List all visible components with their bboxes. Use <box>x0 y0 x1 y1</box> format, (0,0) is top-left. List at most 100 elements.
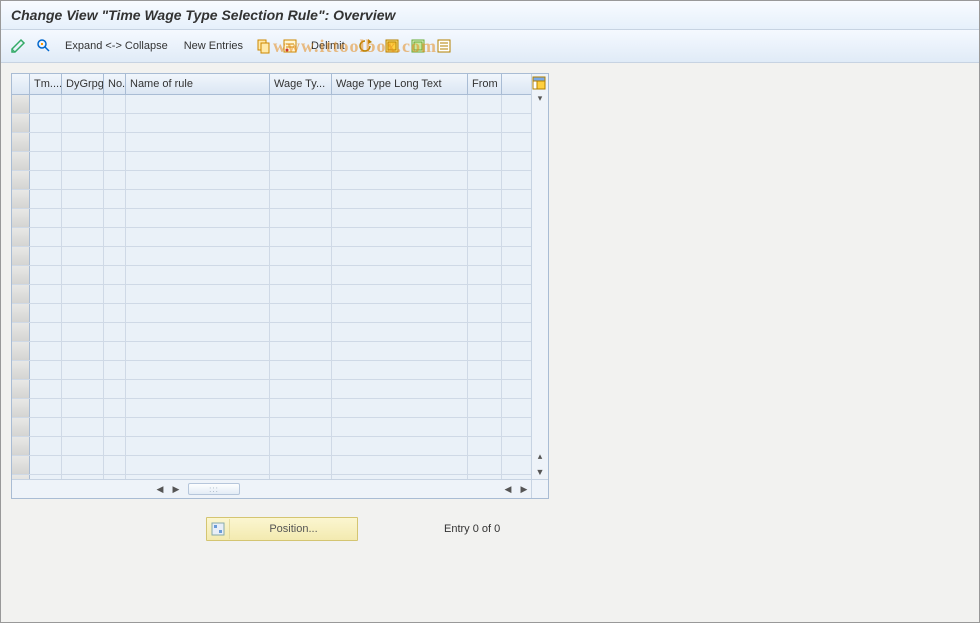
table-cell[interactable] <box>332 380 468 398</box>
table-cell[interactable] <box>468 228 502 246</box>
table-cell[interactable] <box>30 171 62 189</box>
table-row[interactable] <box>12 456 548 475</box>
table-cell[interactable] <box>270 285 332 303</box>
row-selector[interactable] <box>12 114 30 132</box>
table-cell[interactable] <box>332 266 468 284</box>
table-row[interactable] <box>12 323 548 342</box>
vertical-scrollbar[interactable]: ▲ ▾ ▴ ▼ <box>531 74 548 480</box>
table-cell[interactable] <box>62 418 104 436</box>
table-cell[interactable] <box>104 380 126 398</box>
table-row[interactable] <box>12 304 548 323</box>
table-cell[interactable] <box>502 285 530 303</box>
table-cell[interactable] <box>62 380 104 398</box>
table-cell[interactable] <box>104 342 126 360</box>
table-cell[interactable] <box>62 266 104 284</box>
table-cell[interactable] <box>126 437 270 455</box>
table-cell[interactable] <box>270 456 332 474</box>
table-cell[interactable] <box>30 152 62 170</box>
table-cell[interactable] <box>62 285 104 303</box>
table-cell[interactable] <box>126 266 270 284</box>
col-name-of-rule[interactable]: Name of rule <box>126 74 270 94</box>
table-cell[interactable] <box>62 209 104 227</box>
row-selector-header[interactable] <box>12 74 30 94</box>
table-cell[interactable] <box>62 171 104 189</box>
table-row[interactable] <box>12 114 548 133</box>
row-selector[interactable] <box>12 361 30 379</box>
table-row[interactable] <box>12 171 548 190</box>
table-cell[interactable] <box>62 228 104 246</box>
table-cell[interactable] <box>270 190 332 208</box>
table-cell[interactable] <box>502 418 530 436</box>
table-cell[interactable] <box>502 228 530 246</box>
delimit-button[interactable]: Delimit <box>305 36 351 56</box>
row-selector[interactable] <box>12 437 30 455</box>
new-entries-button[interactable]: New Entries <box>178 36 249 56</box>
table-cell[interactable] <box>270 399 332 417</box>
table-cell[interactable] <box>332 114 468 132</box>
table-row[interactable] <box>12 95 548 114</box>
col-no[interactable]: No. <box>104 74 126 94</box>
table-cell[interactable] <box>468 95 502 113</box>
table-cell[interactable] <box>332 304 468 322</box>
table-settings-icon[interactable] <box>532 76 548 92</box>
col-tm[interactable]: Tm.... <box>30 74 62 94</box>
table-cell[interactable] <box>30 399 62 417</box>
table-cell[interactable] <box>30 133 62 151</box>
row-selector[interactable] <box>12 247 30 265</box>
row-selector[interactable] <box>12 209 30 227</box>
table-cell[interactable] <box>126 152 270 170</box>
table-cell[interactable] <box>104 228 126 246</box>
table-cell[interactable] <box>502 171 530 189</box>
table-cell[interactable] <box>468 266 502 284</box>
table-cell[interactable] <box>332 209 468 227</box>
table-cell[interactable] <box>30 247 62 265</box>
table-cell[interactable] <box>468 171 502 189</box>
table-cell[interactable] <box>270 380 332 398</box>
table-cell[interactable] <box>332 228 468 246</box>
table-cell[interactable] <box>332 418 468 436</box>
table-cell[interactable] <box>332 342 468 360</box>
table-row[interactable] <box>12 380 548 399</box>
table-cell[interactable] <box>270 247 332 265</box>
table-cell[interactable] <box>332 190 468 208</box>
table-cell[interactable] <box>468 361 502 379</box>
deselect-all-icon[interactable] <box>433 35 455 57</box>
table-cell[interactable] <box>502 437 530 455</box>
table-cell[interactable] <box>62 361 104 379</box>
table-cell[interactable] <box>30 266 62 284</box>
table-cell[interactable] <box>62 399 104 417</box>
table-cell[interactable] <box>104 456 126 474</box>
table-cell[interactable] <box>126 171 270 189</box>
row-selector[interactable] <box>12 342 30 360</box>
col-wage-type-long[interactable]: Wage Type Long Text <box>332 74 468 94</box>
table-cell[interactable] <box>332 171 468 189</box>
table-cell[interactable] <box>270 266 332 284</box>
table-cell[interactable] <box>30 190 62 208</box>
table-cell[interactable] <box>270 418 332 436</box>
table-cell[interactable] <box>62 190 104 208</box>
table-cell[interactable] <box>126 114 270 132</box>
table-cell[interactable] <box>126 133 270 151</box>
table-cell[interactable] <box>502 361 530 379</box>
table-cell[interactable] <box>30 361 62 379</box>
row-selector[interactable] <box>12 171 30 189</box>
table-cell[interactable] <box>468 247 502 265</box>
table-cell[interactable] <box>502 456 530 474</box>
table-cell[interactable] <box>468 342 502 360</box>
table-cell[interactable] <box>104 437 126 455</box>
row-selector[interactable] <box>12 323 30 341</box>
table-row[interactable] <box>12 133 548 152</box>
table-cell[interactable] <box>468 418 502 436</box>
row-selector[interactable] <box>12 95 30 113</box>
table-cell[interactable] <box>104 266 126 284</box>
table-cell[interactable] <box>30 342 62 360</box>
table-row[interactable] <box>12 247 548 266</box>
row-selector[interactable] <box>12 399 30 417</box>
table-cell[interactable] <box>30 228 62 246</box>
table-cell[interactable] <box>62 114 104 132</box>
table-cell[interactable] <box>62 437 104 455</box>
table-cell[interactable] <box>30 437 62 455</box>
select-block-icon[interactable] <box>407 35 429 57</box>
table-cell[interactable] <box>126 399 270 417</box>
table-cell[interactable] <box>30 95 62 113</box>
